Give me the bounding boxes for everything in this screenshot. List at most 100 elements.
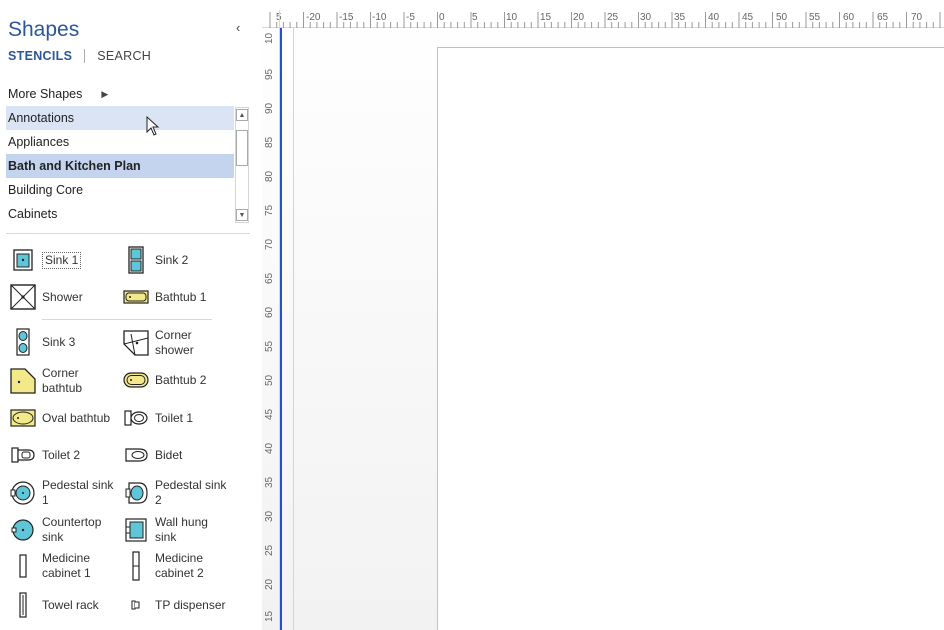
- ruler-label: 30: [264, 510, 275, 522]
- drawing-page[interactable]: [437, 47, 944, 630]
- shape-sink-1[interactable]: Sink 1: [10, 246, 82, 274]
- wall-hung-sink-icon: [123, 516, 149, 544]
- countertop-sink-icon: [10, 516, 36, 544]
- pane-title: Shapes: [8, 18, 80, 41]
- shape-sink-2[interactable]: Sink 2: [123, 246, 227, 274]
- ruler-label: 25: [607, 12, 619, 23]
- ruler-label: 50: [264, 374, 275, 386]
- stencil-item-cabinets[interactable]: Cabinets: [6, 202, 234, 226]
- sink-2-icon: [123, 246, 149, 274]
- vertical-ruler[interactable]: 10 95 90 85 80 75 70 65 60 55 50 45 40 3…: [262, 10, 280, 630]
- scroll-down-icon[interactable]: ▼: [236, 209, 248, 221]
- more-shapes-menu[interactable]: More Shapes ▶: [8, 87, 108, 101]
- shape-label: Bathtub 1: [155, 289, 207, 304]
- ruler-label: 40: [708, 12, 720, 23]
- shape-oval-bathtub[interactable]: Oval bathtub: [10, 404, 114, 432]
- tab-search[interactable]: SEARCH: [97, 49, 151, 63]
- mouse-pointer-icon: [146, 115, 160, 141]
- shape-corner-bathtub[interactable]: Corner bathtub: [10, 366, 114, 396]
- shape-toilet-2[interactable]: Toilet 2: [10, 441, 114, 469]
- ruler-label: -5: [406, 12, 415, 23]
- pedestal-sink-1-icon: [10, 479, 36, 507]
- ruler-label: 55: [809, 12, 821, 23]
- bathtub-1-icon: [123, 283, 149, 311]
- chevron-right-icon: ▶: [101, 88, 109, 99]
- shape-label: Oval bathtub: [42, 410, 111, 425]
- shape-label: Medicine cabinet 1: [42, 551, 91, 580]
- shape-countertop-sink[interactable]: Countertop sink: [10, 515, 114, 545]
- ruler-label: 30: [640, 12, 652, 23]
- ruler-label: 15: [540, 12, 552, 23]
- stencil-item-bath-and-kitchen-plan[interactable]: Bath and Kitchen Plan: [6, 154, 234, 178]
- shape-sink-3[interactable]: Sink 3: [10, 328, 114, 356]
- tab-stencils[interactable]: STENCILS: [8, 49, 72, 63]
- shape-tp-dispenser[interactable]: TP dispenser: [123, 591, 227, 619]
- shape-medicine-cabinet-2[interactable]: Medicine cabinet 2: [123, 551, 227, 581]
- shape-towel-rack[interactable]: Towel rack: [10, 591, 114, 619]
- shape-label: Wall hung sink: [155, 515, 208, 544]
- scroll-up-icon[interactable]: ▲: [236, 109, 248, 121]
- ruler-label: 75: [264, 204, 275, 216]
- ruler-label: 95: [264, 68, 275, 80]
- ruler-label: 80: [264, 170, 275, 182]
- ruler-label: 60: [264, 306, 275, 318]
- oval-bathtub-icon: [10, 404, 36, 432]
- ruler-label: 10: [264, 32, 275, 44]
- ruler-label: 70: [264, 238, 275, 250]
- ruler-label: -10: [372, 12, 387, 23]
- shape-label: Bathtub 2: [155, 372, 207, 387]
- shape-bathtub-1[interactable]: Bathtub 1: [123, 283, 227, 311]
- stencil-item-appliances[interactable]: Appliances: [6, 130, 234, 154]
- shape-shower[interactable]: Shower: [10, 283, 114, 311]
- shape-bathtub-2[interactable]: Bathtub 2: [123, 366, 227, 394]
- shape-label: Sink 3: [42, 334, 76, 349]
- horizontal-ruler[interactable]: 5 -20 -15 -10 -5 0 5 10 15 20 25 30 35 4…: [262, 10, 944, 28]
- ruler-label: 0: [439, 12, 445, 23]
- pedestal-sink-2-icon: [123, 479, 149, 507]
- ruler-label: 10: [506, 12, 518, 23]
- shape-toilet-1[interactable]: Toilet 1: [123, 404, 227, 432]
- scroll-thumb[interactable]: [236, 130, 248, 166]
- shape-label: Bidet: [155, 447, 183, 462]
- shower-icon: [10, 283, 36, 311]
- bathtub-2-icon: [123, 366, 149, 394]
- ruler-label: 65: [264, 272, 275, 284]
- ruler-label: 50: [776, 12, 788, 23]
- shape-label: Sink 2: [155, 252, 189, 267]
- shape-pedestal-sink-2[interactable]: Pedestal sink 2: [123, 478, 227, 508]
- shape-pedestal-sink-1[interactable]: Pedestal sink 1: [10, 478, 114, 508]
- stencil-scrollbar[interactable]: ▲ ▼: [235, 107, 249, 223]
- shape-bidet[interactable]: Bidet: [123, 441, 227, 469]
- ruler-label: 85: [264, 136, 275, 148]
- ruler-label: 55: [264, 340, 275, 352]
- shape-label: Medicine cabinet 2: [155, 551, 204, 580]
- stencil-item-building-core[interactable]: Building Core: [6, 178, 234, 202]
- shape-label: TP dispenser: [155, 597, 226, 612]
- ruler-label: 65: [877, 12, 889, 23]
- divider: [42, 319, 212, 320]
- shape-label: Toilet 1: [155, 410, 194, 425]
- sink-3-icon: [10, 328, 36, 356]
- shape-label: Corner shower: [155, 328, 194, 357]
- ruler-guide-line: [280, 28, 282, 630]
- ruler-label: 35: [674, 12, 686, 23]
- shape-label: Pedestal sink 2: [155, 478, 227, 507]
- shape-medicine-cabinet-1[interactable]: Medicine cabinet 1: [10, 551, 114, 581]
- divider: [6, 233, 250, 234]
- corner-bathtub-icon: [10, 367, 36, 395]
- corner-shower-icon: [123, 329, 149, 357]
- shape-wall-hung-sink[interactable]: Wall hung sink: [123, 515, 227, 545]
- collapse-pane-icon[interactable]: ‹: [236, 20, 240, 35]
- shape-label: Shower: [42, 289, 83, 304]
- stencil-item-annotations[interactable]: Annotations: [6, 106, 234, 130]
- bidet-icon: [123, 441, 149, 469]
- pane-tabs: STENCILS SEARCH: [8, 49, 151, 63]
- tab-separator: [84, 49, 86, 63]
- toilet-2-icon: [10, 441, 36, 469]
- ruler-label: -15: [339, 12, 354, 23]
- shape-label: Countertop sink: [42, 515, 102, 544]
- ruler-label: 70: [911, 12, 923, 23]
- ruler-label: 90: [264, 102, 275, 114]
- ruler-label: 20: [573, 12, 585, 23]
- shape-corner-shower[interactable]: Corner shower: [123, 328, 227, 358]
